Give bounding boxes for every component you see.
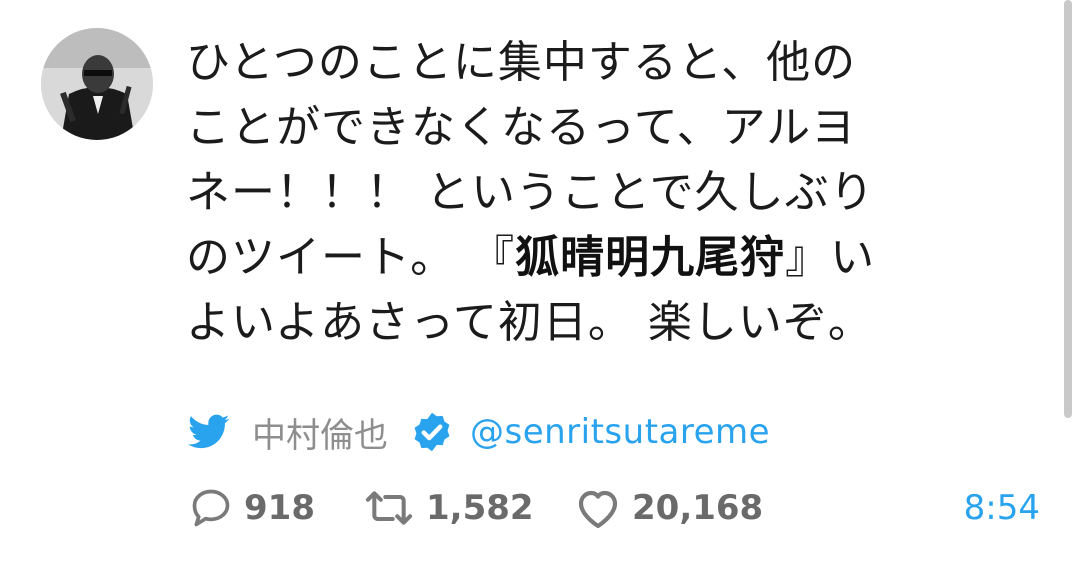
reply-button[interactable]: 918 — [188, 484, 315, 532]
tweet-line: よいよあさって初日。 楽しいぞ。 — [186, 297, 873, 348]
like-button[interactable]: 20,168 — [574, 484, 763, 532]
tweet-line: のツイート。 『狐晴明九尾狩』い — [186, 225, 976, 290]
author-handle[interactable]: @senritsutareme — [470, 412, 770, 452]
tweet-line: ことができなくなるって、アルヨ — [186, 102, 857, 153]
tweet-line-text: のツイート。 『 — [186, 232, 516, 283]
retweet-button[interactable]: 1,582 — [362, 484, 534, 532]
scrollbar[interactable] — [1064, 0, 1072, 418]
like-count: 20,168 — [632, 488, 764, 528]
twitter-bird-icon — [188, 414, 230, 450]
tweet-actions: 918 1,582 20,168 8:54 — [188, 484, 1040, 532]
tweet-text: ひとつのことに集中すると、他の ことができなくなるって、アルヨ ネー！！！ とい… — [186, 30, 976, 355]
author-row[interactable]: 中村倫也 @senritsutareme — [188, 406, 770, 458]
tweet-time[interactable]: 8:54 — [964, 484, 1040, 532]
reply-count: 918 — [244, 488, 315, 528]
tweet-bold-title: 狐晴明九尾狩 — [515, 232, 786, 283]
retweet-count: 1,582 — [426, 488, 534, 528]
heart-icon — [574, 486, 622, 530]
retweet-icon — [362, 486, 416, 530]
tweet-line: ネー！！！ ということで久しぶり — [186, 167, 875, 218]
tweet-card: ひとつのことに集中すると、他の ことができなくなるって、アルヨ ネー！！！ とい… — [0, 0, 1080, 563]
avatar-image — [41, 28, 153, 140]
author-name[interactable]: 中村倫也 — [252, 408, 388, 457]
verified-badge-icon — [410, 410, 454, 454]
tweet-line-text: 』い — [785, 232, 876, 283]
tweet-line: ひとつのことに集中すると、他の — [186, 37, 857, 88]
reply-icon — [188, 486, 234, 530]
avatar[interactable] — [41, 28, 153, 140]
